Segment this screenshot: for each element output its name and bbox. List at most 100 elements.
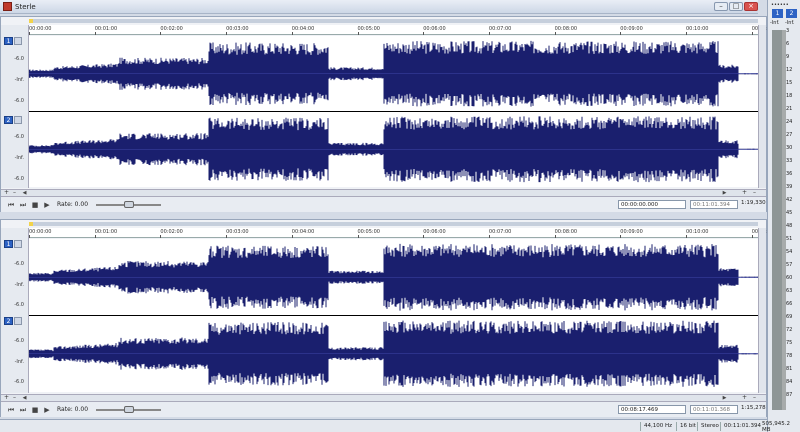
waveform-display[interactable] xyxy=(29,36,758,187)
meter-scale-label: 27 xyxy=(786,132,793,138)
meter-scale-label: 3 xyxy=(786,28,790,34)
ruler-tick: 00:03:00 xyxy=(226,229,249,238)
db-label: -6.0 xyxy=(14,98,24,104)
meter-channel-2[interactable]: 2 xyxy=(786,9,797,18)
meter-scale-label: 21 xyxy=(786,106,793,112)
rate-label: Rate: 0.00 xyxy=(57,406,89,413)
meter-scale-label: 42 xyxy=(786,197,793,203)
channel-2-toggle[interactable] xyxy=(14,317,22,325)
meter-scale-label: 45 xyxy=(786,210,793,216)
meter-scale-label: 66 xyxy=(786,301,793,307)
overview-bar[interactable] xyxy=(29,19,758,23)
horizontal-scrollbar[interactable]: + – ◀ ▶ + – xyxy=(1,394,766,401)
length-box: 00:11:01.368 xyxy=(690,405,738,414)
meter-scale-label: 12 xyxy=(786,67,793,73)
go-to-start-icon[interactable]: ⏮ xyxy=(7,406,15,414)
cursor-position-box[interactable]: 00:08:17.469 xyxy=(618,405,686,414)
channel-1-toggle[interactable] xyxy=(14,37,22,45)
file-duration: 00:11:01.394 xyxy=(720,422,764,431)
db-label: -6.0 xyxy=(14,134,24,140)
meter-scale-label: 15 xyxy=(786,80,793,86)
meter-scale-label: 30 xyxy=(786,145,793,151)
meter-scale-label: 51 xyxy=(786,236,793,242)
channel-1-toggle[interactable] xyxy=(14,240,22,248)
meter-menu-icon[interactable]: •••••• xyxy=(771,2,789,8)
meter-scale-label: 33 xyxy=(786,158,793,164)
ruler-tick: 00:08:00 xyxy=(554,229,578,238)
sample-rate: 44,100 Hz xyxy=(640,422,675,431)
vertical-zoom-strip[interactable] xyxy=(758,228,766,393)
db-label: -Inf. xyxy=(14,282,24,288)
peak-label: -Inf. xyxy=(770,20,780,26)
ruler-tick: 00:09:00 xyxy=(620,229,643,238)
db-label: -Inf. xyxy=(14,77,24,83)
ruler-tick: 00:05:00 xyxy=(357,229,380,238)
length-box: 00:11:01.394 xyxy=(690,200,738,209)
rate-label: Rate: 0.00 xyxy=(57,201,89,208)
ruler-tick: 00:00:00 xyxy=(29,229,52,238)
ruler-tick: 00:01:00 xyxy=(94,26,118,35)
db-label: -6.0 xyxy=(14,338,24,344)
overview-thumb[interactable] xyxy=(29,222,33,226)
meter-scale-label: 6 xyxy=(786,41,790,47)
ruler-tick: 00:04:00 xyxy=(291,26,315,35)
channel-2-badge[interactable]: 2 xyxy=(4,116,13,124)
meter-scale-label: 81 xyxy=(786,366,793,372)
ruler-tick: 00:07:00 xyxy=(488,26,512,35)
bit-depth: 16 bit xyxy=(676,422,699,431)
app-icon xyxy=(3,2,12,11)
vertical-zoom-strip[interactable] xyxy=(758,25,766,188)
ruler-tick: 00:05:00 xyxy=(357,26,380,35)
db-label: -6.0 xyxy=(14,261,24,267)
go-to-start-icon[interactable]: ⏮ xyxy=(7,201,15,209)
zoom-ratio: 1:19,330 xyxy=(741,200,766,206)
ruler-tick: 00:07:00 xyxy=(488,229,512,238)
ruler-tick: 00:00:00 xyxy=(29,26,52,35)
transport-bar: ⏮ ⏭ ■ ▶ Rate: 0.00 00:08:17.469 00:11:01… xyxy=(1,401,766,417)
ruler-tick: 00:10:00 xyxy=(686,229,709,238)
rate-slider-knob[interactable] xyxy=(124,201,134,208)
go-to-end-icon[interactable]: ⏭ xyxy=(19,201,27,209)
horizontal-scrollbar[interactable]: + – ◀ ▶ + – xyxy=(1,189,766,196)
channel-2-badge[interactable]: 2 xyxy=(4,317,13,325)
maximize-button[interactable]: □ xyxy=(729,2,743,11)
meter-scale-label: 69 xyxy=(786,314,793,320)
stop-icon[interactable]: ■ xyxy=(31,201,39,209)
overview-thumb[interactable] xyxy=(29,19,33,23)
rate-slider[interactable] xyxy=(96,406,161,413)
channel-1-badge[interactable]: 1 xyxy=(4,37,13,45)
channel-2-toggle[interactable] xyxy=(14,116,22,124)
rate-slider-knob[interactable] xyxy=(124,406,134,413)
meter-scale-label: 84 xyxy=(786,379,793,385)
waveform-display[interactable] xyxy=(29,239,758,392)
db-label: -6.0 xyxy=(14,302,24,308)
ruler-tick: 00:10:00 xyxy=(686,26,709,35)
meter-scale-label: 48 xyxy=(786,223,793,229)
window-title: Sterle xyxy=(15,3,36,11)
transport-bar: ⏮ ⏭ ■ ▶ Rate: 0.00 00:00:00.000 00:11:01… xyxy=(1,196,766,212)
stop-icon[interactable]: ■ xyxy=(31,406,39,414)
meter-scale-label: 63 xyxy=(786,288,793,294)
level-meter: •••••• 1 2 -Inf. -Inf. 3 6 9 12 15 18 21 24 27 30… xyxy=(767,0,800,432)
ruler-tick: 00:06:00 xyxy=(423,229,446,238)
time-ruler[interactable]: 00:00:00 00:01:00 00:02:00 00:03:00 00:04:00… xyxy=(29,25,774,35)
time-ruler[interactable]: 00:00:00 00:01:00 00:02:00 00:03:00 00:04:00… xyxy=(29,228,774,238)
sound-forge-window: Sterle – □ × 00:00:00 00:01:00 00:02:00 00:… xyxy=(0,0,800,432)
play-icon[interactable]: ▶ xyxy=(43,406,51,414)
title-bar: Sterle – □ × xyxy=(0,0,758,14)
overview-bar[interactable] xyxy=(29,222,758,226)
meter-scale-label: 9 xyxy=(786,54,790,60)
data-window-1: 00:00:00 00:01:00 00:02:00 00:03:00 00:04:00… xyxy=(0,16,774,212)
close-button[interactable]: × xyxy=(744,2,758,11)
meter-scale-label: 60 xyxy=(786,275,793,281)
meter-scale-label: 75 xyxy=(786,340,793,346)
go-to-end-icon[interactable]: ⏭ xyxy=(19,406,27,414)
channel-1-badge[interactable]: 1 xyxy=(4,240,13,248)
db-label: -6.0 xyxy=(14,56,24,62)
play-icon[interactable]: ▶ xyxy=(43,201,51,209)
meter-channel-1[interactable]: 1 xyxy=(772,9,783,18)
meter-scale-label: 87 xyxy=(786,392,793,398)
minimize-button[interactable]: – xyxy=(714,2,728,11)
rate-slider[interactable] xyxy=(96,201,161,208)
cursor-position-box[interactable]: 00:00:00.000 xyxy=(618,200,686,209)
